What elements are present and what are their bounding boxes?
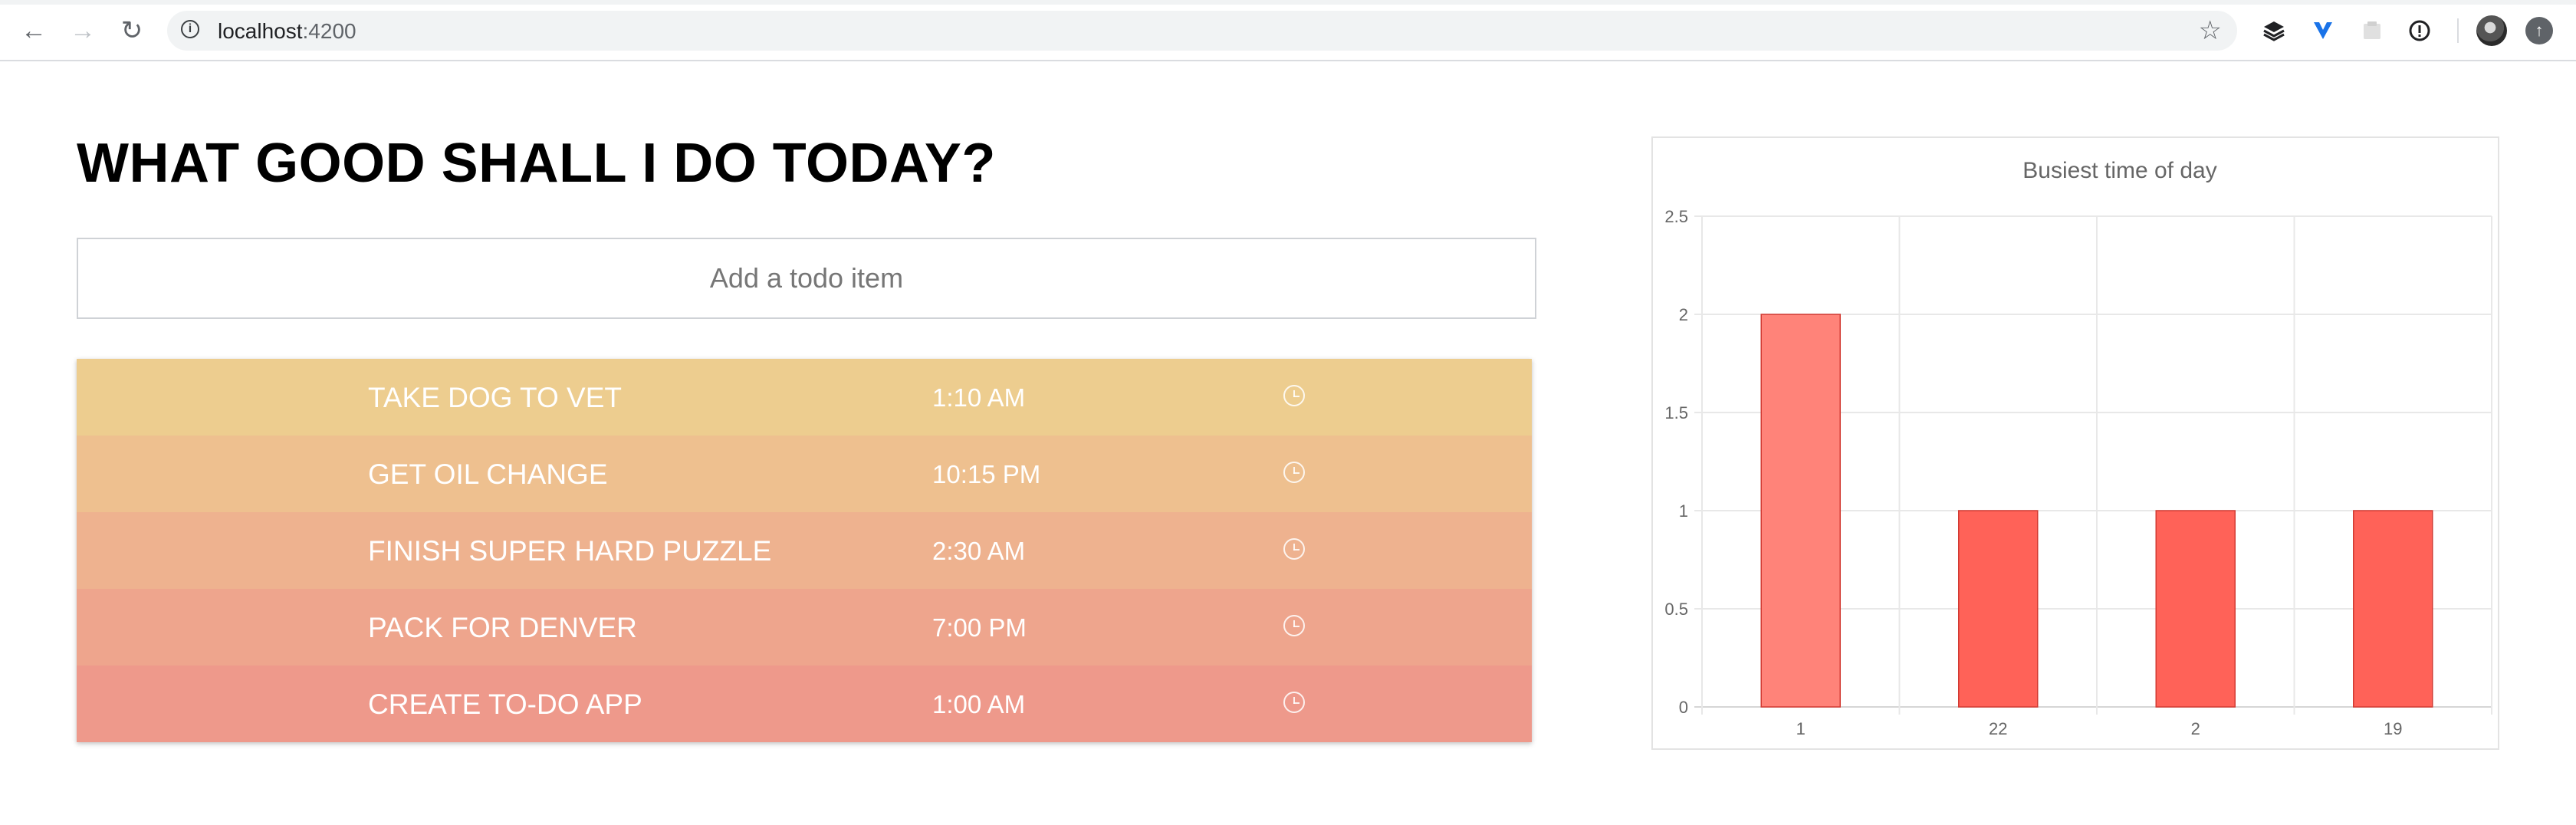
y-tick-label: 1 xyxy=(1679,501,1688,521)
todo-item[interactable]: CREATE TO-DO APP 1:00 AM xyxy=(77,666,1532,742)
profile-avatar[interactable] xyxy=(2476,15,2507,46)
reload-button[interactable]: ↻ xyxy=(115,15,149,46)
reload-icon: ↻ xyxy=(120,16,143,45)
bar xyxy=(2155,510,2236,708)
bar xyxy=(2353,510,2433,708)
page-title: WHAT GOOD SHALL I DO TODAY? xyxy=(77,133,996,194)
v-extension-icon[interactable] xyxy=(2309,17,2337,44)
todo-item[interactable]: FINISH SUPER HARD PUZZLE 2:30 AM xyxy=(77,512,1532,589)
todo-title: TAKE DOG TO VET xyxy=(368,382,623,413)
url-host: localhost xyxy=(218,19,303,43)
puzzle-extension-icon[interactable] xyxy=(2358,17,2386,44)
url-text[interactable]: localhost:4200 xyxy=(218,19,356,44)
todo-time: 1:00 AM xyxy=(932,690,1026,718)
todo-time: 10:15 PM xyxy=(932,460,1041,488)
url-port: :4200 xyxy=(302,19,356,43)
todo-item[interactable]: TAKE DOG TO VET 1:10 AM xyxy=(77,359,1532,436)
y-tick-label: 2 xyxy=(1679,305,1688,324)
bar-chart-svg: Busiest time of day00.511.522.51 22 2 19 xyxy=(1664,158,2492,738)
forward-button[interactable]: → xyxy=(66,15,100,46)
star-icon[interactable]: ☆ xyxy=(2199,15,2222,46)
y-tick-label: 0 xyxy=(1679,698,1688,717)
y-tick-label: 0.5 xyxy=(1664,600,1688,619)
todo-time: 2:30 AM xyxy=(932,537,1026,565)
back-button[interactable]: ← xyxy=(17,15,51,46)
arrow-right-icon: → xyxy=(70,15,96,45)
clock-icon[interactable] xyxy=(1283,538,1305,560)
bar xyxy=(1760,314,1841,708)
todo-title: GET OIL CHANGE xyxy=(368,459,608,490)
y-tick-label: 2.5 xyxy=(1664,207,1688,226)
todo-item[interactable]: GET OIL CHANGE 10:15 PM xyxy=(77,436,1532,512)
busiest-time-chart: Busiest time of day 0 0.5 1 1.5 2 2.5 1 22 2 19 xyxy=(1651,136,2499,750)
clock-icon[interactable] xyxy=(1283,385,1305,406)
x-tick-label: 19 xyxy=(2384,719,2402,738)
layers-icon[interactable] xyxy=(2260,17,2288,44)
todo-time: 7:00 PM xyxy=(932,613,1027,642)
clock-icon[interactable] xyxy=(1283,692,1305,713)
bar xyxy=(1958,510,2039,708)
arrow-left-icon: ← xyxy=(21,15,47,45)
browser-toolbar: ← → ↻ i localhost:4200 ☆ ↑ xyxy=(0,0,2576,61)
todo-title: FINISH SUPER HARD PUZZLE xyxy=(368,535,772,567)
tab-strip-edge xyxy=(0,0,2576,5)
todo-title: PACK FOR DENVER xyxy=(368,612,637,643)
x-tick-label: 22 xyxy=(1989,719,2007,738)
clock-icon[interactable] xyxy=(1283,615,1305,636)
x-tick-label: 1 xyxy=(1796,719,1806,738)
address-bar[interactable]: i localhost:4200 ☆ xyxy=(167,11,2237,51)
todo-list: TAKE DOG TO VET 1:10 AM GET OIL CHANGE 1… xyxy=(77,359,1532,742)
x-tick-label: 2 xyxy=(2191,719,2200,738)
clock-icon[interactable] xyxy=(1283,462,1305,483)
add-todo-input[interactable] xyxy=(77,238,1536,319)
todo-title: CREATE TO-DO APP xyxy=(368,689,642,720)
chart-title: Busiest time of day xyxy=(2022,158,2216,183)
todo-time: 1:10 AM xyxy=(932,383,1026,412)
site-info-icon[interactable]: i xyxy=(181,20,199,38)
info-extension-icon[interactable] xyxy=(2406,17,2433,44)
y-tick-label: 1.5 xyxy=(1664,403,1688,422)
update-icon[interactable]: ↑ xyxy=(2525,17,2553,44)
todo-item[interactable]: PACK FOR DENVER 7:00 PM xyxy=(77,589,1532,666)
toolbar-separator xyxy=(2457,18,2459,43)
